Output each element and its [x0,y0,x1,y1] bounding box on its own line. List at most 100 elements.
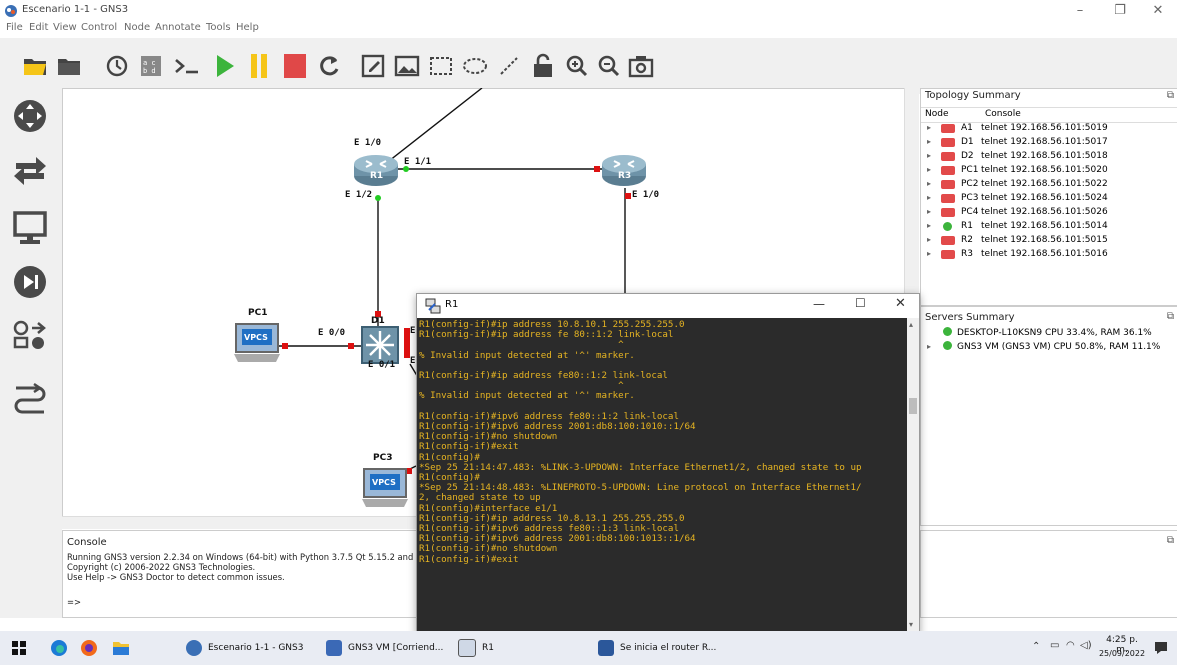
end-devices-icon[interactable] [12,210,48,246]
picture-icon[interactable] [392,50,422,82]
topology-row[interactable]: ▸ D1 telnet 192.168.56.101:5017 [921,136,1177,150]
expand-arrow-icon[interactable]: ▸ [927,123,931,132]
menu-edit[interactable]: Edit [29,22,48,33]
console-prompt[interactable]: => [67,597,81,607]
snapshot-icon[interactable]: a cb d [136,50,166,82]
expand-arrow-icon[interactable]: ▸ [927,207,931,216]
topology-row[interactable]: ▸ R2 telnet 192.168.56.101:5015 [921,234,1177,248]
expand-arrow-icon[interactable]: ▸ [927,151,931,160]
menu-help[interactable]: Help [236,22,259,33]
rectangle-icon[interactable] [426,50,456,82]
topology-row[interactable]: ▸ PC3 telnet 192.168.56.101:5024 [921,192,1177,206]
menu-control[interactable]: Control [81,22,117,33]
node-stopped-icon [941,180,955,189]
node-stopped-icon [941,250,955,259]
terminal-window-r1[interactable]: R1 — ☐ ✕ R1(config-if)#ip address 10.8.1… [416,293,920,635]
vpcs1-label: VPCS [244,333,268,342]
expand-arrow-icon[interactable]: ▸ [927,221,931,230]
switch-d1-icon[interactable] [360,325,400,365]
stop-icon[interactable] [280,50,310,82]
expand-arrow-icon[interactable]: ▸ [927,342,935,351]
topology-row[interactable]: ▸ D2 telnet 192.168.56.101:5018 [921,150,1177,164]
open-folder-icon[interactable] [20,50,50,82]
pc1-icon[interactable] [232,320,282,364]
menu-annotate[interactable]: Annotate [155,22,201,33]
battery-icon[interactable]: ▭ [1050,640,1059,651]
terminal-line: % Invalid input detected at '^' marker. [419,390,635,402]
screenshot-icon[interactable] [626,50,656,82]
server-row[interactable]: ▸ GNS3 VM (GNS3 VM) CPU 50.8%, RAM 11.1% [927,341,1160,352]
menu-bar: File Edit View Control Node Annotate Too… [0,22,1177,38]
taskbar-item-word[interactable]: Se inicia el router R... [598,631,716,665]
play-icon[interactable] [210,50,240,82]
terminal-close-button[interactable]: ✕ [895,296,906,311]
zoom-out-icon[interactable] [594,50,624,82]
terminal-minimize-button[interactable]: — [813,297,825,311]
add-link-icon[interactable] [12,378,48,414]
terminal-output[interactable]: R1(config-if)#ip address 10.8.10.1 255.2… [417,318,907,634]
expand-arrow-icon[interactable]: ▸ [927,249,931,258]
console-icon[interactable] [172,50,202,82]
wifi-icon[interactable]: ◠ [1066,640,1075,651]
topology-row[interactable]: ▸ R3 telnet 192.168.56.101:5016 [921,248,1177,262]
folder-icon[interactable] [54,50,84,82]
switches-icon[interactable] [12,154,48,190]
taskbar-item-gns3-vm[interactable]: GNS3 VM [Corriend... [326,631,443,665]
lock-icon[interactable] [528,50,558,82]
taskbar-item-gns3[interactable]: Escenario 1-1 - GNS3 [186,631,303,665]
menu-view[interactable]: View [53,22,77,33]
note-icon[interactable] [358,50,388,82]
menu-node[interactable]: Node [124,22,150,33]
tray-chevron-icon[interactable]: ⌃ [1032,641,1040,652]
scroll-thumb[interactable] [909,398,917,414]
topology-row[interactable]: ▸ A1 telnet 192.168.56.101:5019 [921,122,1177,136]
undock-icon[interactable]: ⧉ [1167,311,1174,322]
maximize-button[interactable]: ❐ [1104,2,1136,20]
expand-arrow-icon[interactable]: ▸ [927,165,931,174]
pause-icon[interactable] [244,50,274,82]
taskbar-item-r1[interactable]: R1 [458,631,494,665]
pc3-icon[interactable] [360,465,410,509]
expand-arrow-icon[interactable]: ▸ [927,193,931,202]
edge-browser-icon[interactable] [50,639,68,657]
topology-row[interactable]: ▸ PC1 telnet 192.168.56.101:5020 [921,164,1177,178]
close-button[interactable]: ✕ [1142,2,1174,20]
undock-icon[interactable]: ⧉ [1167,535,1174,546]
windows-start-icon[interactable] [12,641,26,655]
menu-tools[interactable]: Tools [206,22,231,33]
notifications-icon[interactable] [1153,640,1169,656]
server-row[interactable]: DESKTOP-L10KSN9 CPU 33.4%, RAM 36.1% [927,327,1152,338]
zoom-in-icon[interactable] [562,50,592,82]
clock-date[interactable]: 25/09/2022 [1097,649,1147,658]
scroll-up-icon[interactable]: ▴ [909,320,913,329]
topology-row[interactable]: ▸ PC4 telnet 192.168.56.101:5026 [921,206,1177,220]
topology-node-name: PC4 [961,207,979,217]
clock-icon[interactable] [102,50,132,82]
expand-arrow-icon[interactable]: ▸ [927,137,931,146]
topology-row[interactable]: ▸ R1 telnet 192.168.56.101:5014 [921,220,1177,234]
file-explorer-icon[interactable] [112,640,130,656]
expand-arrow-icon[interactable]: ▸ [927,235,931,244]
topology-row[interactable]: ▸ PC2 telnet 192.168.56.101:5022 [921,178,1177,192]
scroll-down-icon[interactable]: ▾ [909,620,913,629]
menu-file[interactable]: File [6,22,23,33]
expand-arrow-icon[interactable]: ▸ [927,179,931,188]
terminal-scrollbar[interactable]: ▴ ▾ [907,318,919,634]
windows-taskbar: Escenario 1-1 - GNS3 GNS3 VM [Corriend..… [0,631,1177,665]
word-icon [598,640,614,656]
minimize-button[interactable]: – [1064,2,1096,20]
svg-text:a c: a c [143,59,156,67]
topology-node-name: PC3 [961,193,979,203]
topology-node-console: telnet 192.168.56.101:5017 [981,137,1108,147]
volume-icon[interactable]: ◁) [1080,640,1092,651]
line-icon[interactable] [494,50,524,82]
terminal-maximize-button[interactable]: ☐ [855,296,866,310]
reload-icon[interactable] [314,50,344,82]
ellipse-icon[interactable] [460,50,490,82]
firefox-icon[interactable] [80,639,98,657]
all-devices-icon[interactable] [12,318,48,354]
undock-icon[interactable]: ⧉ [1167,90,1174,101]
iface-label: E 0/0 [318,328,346,338]
routers-icon[interactable] [12,98,48,134]
security-devices-icon[interactable] [12,264,48,300]
